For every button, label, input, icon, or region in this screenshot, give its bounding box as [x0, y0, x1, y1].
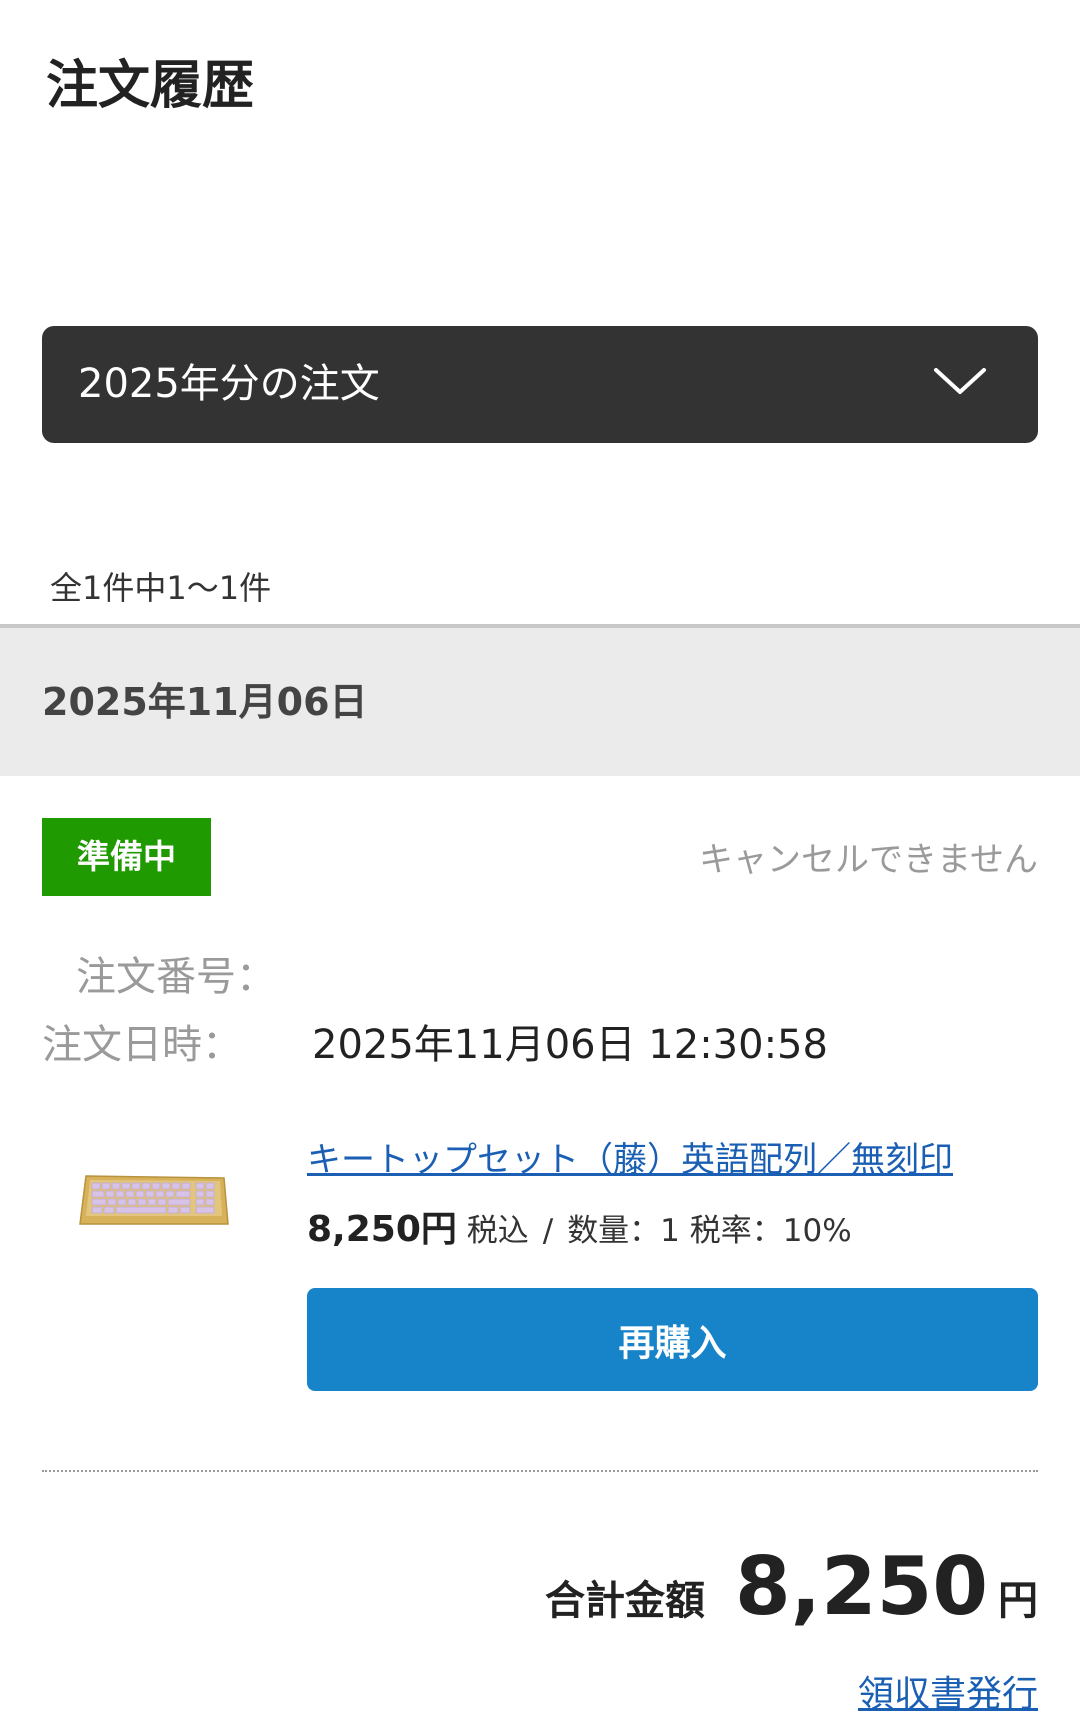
page-title: 注文履歴 [46, 56, 255, 116]
divider [42, 1470, 1038, 1472]
tax-included-label: 税込 [466, 1213, 529, 1249]
year-filter-select[interactable]: 2025年分の注文 [42, 326, 1038, 443]
order-datetime-label: 注文日時： [42, 1022, 242, 1068]
price-line: 8,250円 税込 / 数量：1 税率：10% [307, 1200, 852, 1252]
result-count: 全1件中1〜1件 [50, 569, 272, 607]
order-date-header-text: 2025年11月06日 [42, 680, 368, 724]
item-price: 8,250円 [307, 1209, 457, 1250]
receipt-issue-link[interactable]: 領収書発行 [858, 1665, 1038, 1717]
order-datetime-value: 2025年11月06日 12:30:58 [312, 1022, 828, 1068]
item-quantity: 数量：1 [567, 1213, 680, 1249]
product-image[interactable] [78, 1172, 230, 1230]
order-number-label: 注文番号： [76, 954, 276, 1000]
total-unit: 円 [998, 1578, 1038, 1624]
cancel-note: キャンセルできません [699, 840, 1038, 880]
price-separator: / [542, 1213, 554, 1249]
order-date-header: 2025年11月06日 [0, 624, 1080, 776]
total-label: 合計金額 [544, 1578, 705, 1624]
total-row: 合計金額 8,250 円 [545, 1540, 1038, 1640]
item-tax-rate: 税率：10% [689, 1213, 852, 1249]
year-filter-label: 2025年分の注文 [78, 361, 380, 407]
product-name-link[interactable]: キートップセット（藤）英語配列／無刻印 [307, 1132, 953, 1181]
status-badge: 準備中 [42, 818, 211, 896]
chevron-down-icon [934, 368, 986, 394]
total-value: 8,250 [734, 1540, 988, 1633]
rebuy-button[interactable]: 再購入 [307, 1288, 1038, 1391]
